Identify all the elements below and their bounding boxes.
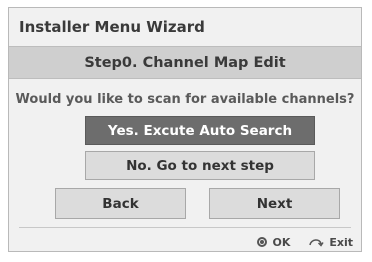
auto-search-button[interactable]: Yes. Excute Auto Search: [85, 116, 315, 145]
footer-divider: [19, 227, 351, 228]
next-button[interactable]: Next: [209, 188, 340, 219]
dialog-title: Installer Menu Wizard: [19, 18, 205, 36]
installer-wizard-dialog: Installer Menu Wizard Step0. Channel Map…: [8, 7, 362, 252]
step-title: Step0. Channel Map Edit: [9, 46, 361, 79]
next-step-option-button[interactable]: No. Go to next step: [85, 151, 315, 180]
ok-button-icon: [257, 237, 268, 247]
exit-label: Exit: [329, 235, 353, 249]
key-hints: OK Exit: [257, 233, 353, 251]
back-button[interactable]: Back: [55, 188, 186, 219]
ok-hint[interactable]: OK: [257, 236, 290, 249]
exit-hint[interactable]: Exit: [308, 236, 353, 249]
return-arrow-icon: [309, 239, 324, 247]
scan-question: Would you like to scan for available cha…: [15, 92, 355, 107]
ok-label: OK: [272, 235, 291, 249]
